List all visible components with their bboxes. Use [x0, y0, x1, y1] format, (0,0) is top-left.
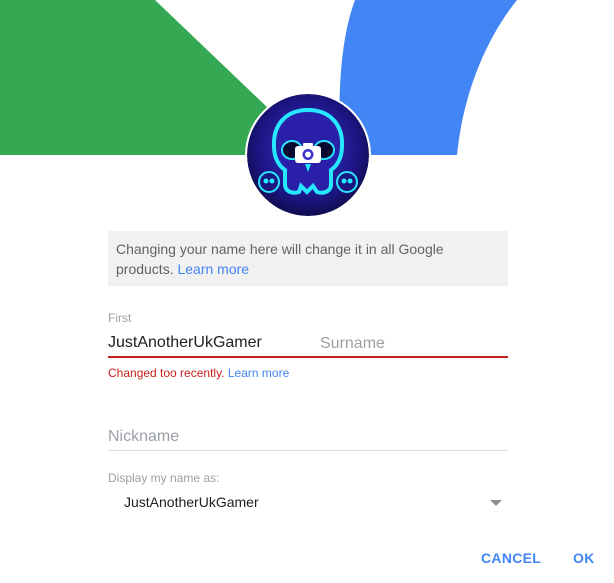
- notice-text: Changing your name here will change it i…: [116, 241, 444, 277]
- notice-learn-more-link[interactable]: Learn more: [177, 261, 249, 277]
- display-name-value: JustAnotherUkGamer: [124, 494, 259, 510]
- surname-input[interactable]: [320, 332, 506, 356]
- first-name-label: First: [108, 311, 132, 325]
- name-field-underline: [108, 356, 508, 358]
- error-text: Changed too recently.: [108, 366, 225, 380]
- nickname-input[interactable]: [108, 425, 508, 449]
- cancel-button[interactable]: CANCEL: [481, 550, 541, 566]
- profile-avatar[interactable]: [247, 94, 369, 216]
- name-change-notice: Changing your name here will change it i…: [108, 231, 508, 286]
- display-name-select[interactable]: JustAnotherUkGamer: [108, 488, 508, 518]
- nickname-underline: [108, 450, 508, 451]
- ok-button[interactable]: OK: [573, 550, 595, 566]
- name-error-message: Changed too recently. Learn more: [108, 366, 289, 380]
- display-name-label: Display my name as:: [108, 471, 220, 485]
- camera-icon[interactable]: [294, 142, 322, 164]
- first-name-input[interactable]: JustAnotherUkGamer: [108, 334, 262, 352]
- error-learn-more-link[interactable]: Learn more: [228, 366, 289, 380]
- banner-blue-shape: [339, 0, 517, 155]
- chevron-down-icon: [490, 500, 502, 506]
- banner-green-shape: [0, 0, 268, 155]
